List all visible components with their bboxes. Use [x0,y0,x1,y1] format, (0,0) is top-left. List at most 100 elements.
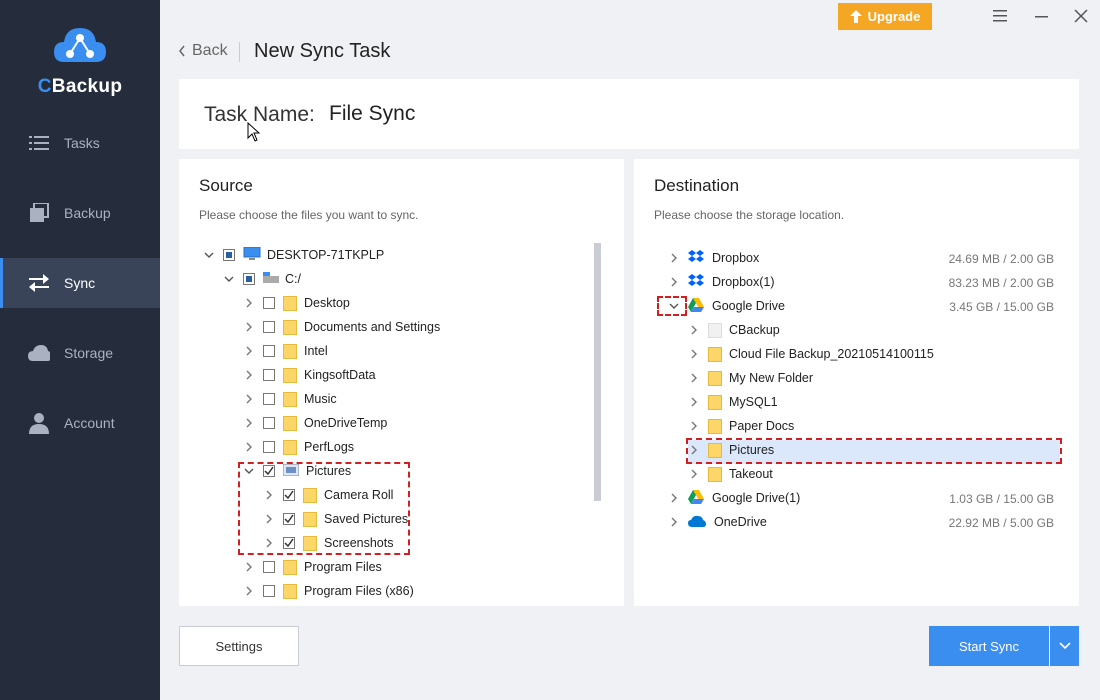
chevron-right-icon[interactable] [668,492,680,504]
folder-icon [283,439,297,455]
tree-label: C:/ [285,272,301,286]
tree-row-folder[interactable]: Intel [243,339,328,363]
chevron-down-icon[interactable] [203,249,215,261]
checkbox[interactable] [263,561,275,573]
tree-label: My New Folder [729,371,814,385]
highlight-box [686,438,1062,464]
google-drive-icon [688,489,704,507]
checkbox[interactable] [263,417,275,429]
chevron-right-icon[interactable] [243,369,255,381]
folder-icon [708,370,722,386]
tree-row-folder[interactable]: MySQL1 [688,390,778,414]
cloud-icon [28,342,50,364]
checkbox[interactable] [263,321,275,333]
chevron-right-icon[interactable] [688,348,700,360]
tree-label: Documents and Settings [304,320,441,334]
tree-row-folder[interactable]: Documents and Settings [243,315,440,339]
back-button[interactable]: Back [178,42,228,60]
chevron-right-icon[interactable] [243,561,255,573]
checkbox[interactable] [263,441,275,453]
tree-row-folder[interactable]: CBackup [688,318,780,342]
chevron-right-icon[interactable] [688,468,700,480]
task-name-input[interactable] [329,102,729,126]
tree-row-folder[interactable]: Music [243,387,337,411]
checkbox[interactable] [263,369,275,381]
start-sync-dropdown[interactable] [1050,626,1079,666]
tree-label: KingsoftData [304,368,376,382]
folder-icon [283,583,297,599]
tree-label: Intel [304,344,328,358]
tree-row-folder[interactable]: My New Folder [688,366,813,390]
tree-row-folder[interactable]: OneDriveTemp [243,411,387,435]
checkbox[interactable] [263,345,275,357]
chevron-right-icon[interactable] [243,345,255,357]
destination-title: Destination [654,176,740,195]
chevron-right-icon[interactable] [688,420,700,432]
checkbox-partial[interactable] [223,249,235,261]
google-drive-icon [688,297,704,315]
storage-usage: 3.45 GB / 15.00 GB [949,300,1054,314]
chevron-down-icon[interactable] [223,273,235,285]
source-panel: Source Please choose the files you want … [179,159,624,606]
cloud-row[interactable]: Dropbox [668,246,759,270]
minimize-icon[interactable] [1030,6,1054,26]
tree-row-folder[interactable]: Cloud File Backup_20210514100115 [688,342,934,366]
folder-icon [283,295,297,311]
nav-item-sync[interactable]: Sync [0,258,160,308]
tree-row-folder[interactable]: Program Files [243,555,382,579]
chevron-right-icon[interactable] [243,297,255,309]
close-icon[interactable] [1069,6,1093,26]
app-logo-text: CBackup [37,76,123,97]
tree-label: Cloud File Backup_20210514100115 [729,347,934,361]
chevron-right-icon[interactable] [243,417,255,429]
checkbox[interactable] [263,393,275,405]
folder-shortcut-icon [283,319,297,335]
tree-label: Music [304,392,337,406]
chevron-right-icon[interactable] [243,321,255,333]
chevron-right-icon[interactable] [243,441,255,453]
tree-row-root[interactable]: DESKTOP-71TKPLP [203,243,384,267]
chevron-right-icon[interactable] [243,585,255,597]
menu-icon[interactable] [988,6,1012,26]
chevron-right-icon[interactable] [688,324,700,336]
chevron-left-icon [179,45,185,57]
start-sync-button[interactable]: Start Sync [929,626,1049,666]
chevron-right-icon[interactable] [688,372,700,384]
destination-subtitle: Please choose the storage location. [654,208,845,222]
user-icon [28,412,50,434]
nav-item-tasks[interactable]: Tasks [0,118,160,168]
chevron-right-icon[interactable] [243,393,255,405]
settings-button[interactable]: Settings [179,626,299,666]
sidebar: CBackup Tasks Backup Sync Storage Accoun… [0,0,160,700]
header-divider [239,42,240,62]
tree-label: Program Files [304,560,382,574]
nav-item-storage[interactable]: Storage [0,328,160,378]
cloud-row[interactable]: Google Drive(1) [668,486,800,510]
tree-label: Program Files (x86) [304,584,414,598]
tree-label: Takeout [729,467,773,481]
chevron-right-icon[interactable] [688,396,700,408]
tree-row-folder[interactable]: Desktop [243,291,350,315]
nav-item-account[interactable]: Account [0,398,160,448]
file-icon [708,322,722,338]
folder-icon [708,394,722,410]
chevron-right-icon[interactable] [668,276,680,288]
chevron-right-icon[interactable] [668,252,680,264]
tree-row-folder[interactable]: KingsoftData [243,363,376,387]
tree-row-folder[interactable]: Paper Docs [688,414,794,438]
storage-usage: 83.23 MB / 2.00 GB [948,276,1054,290]
chevron-right-icon[interactable] [668,516,680,528]
cloud-row[interactable]: Dropbox(1) [668,270,775,294]
checkbox[interactable] [263,585,275,597]
tree-row-folder[interactable]: Program Files (x86) [243,579,414,603]
cloud-row[interactable]: OneDrive [668,510,767,534]
tree-row-folder[interactable]: PerfLogs [243,435,354,459]
drive-icon [263,271,279,287]
upgrade-button[interactable]: Upgrade [838,3,932,30]
checkbox-partial[interactable] [243,273,255,285]
tree-row-drive[interactable]: C:/ [223,267,301,291]
source-scrollbar[interactable] [594,243,601,501]
checkbox[interactable] [263,297,275,309]
tree-row-folder[interactable]: Takeout [688,462,773,486]
nav-item-backup[interactable]: Backup [0,188,160,238]
